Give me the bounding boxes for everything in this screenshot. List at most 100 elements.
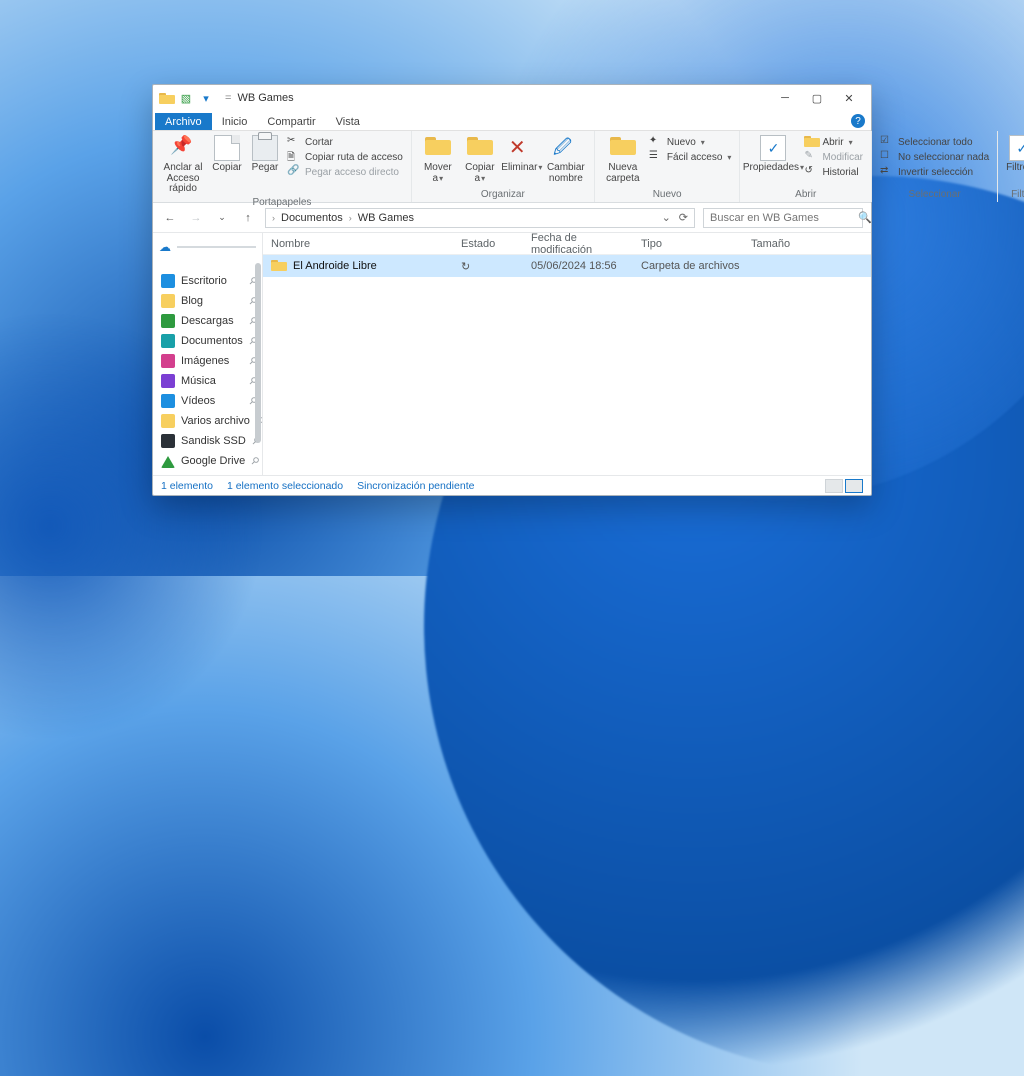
group-filtro: Filtros▾ Filtro (998, 131, 1024, 202)
pegar-acceso-button[interactable]: 🔗Pegar acceso directo (287, 165, 403, 179)
search-box[interactable]: 🔍 (703, 208, 863, 228)
file-date: 05/06/2024 18:56 (531, 260, 641, 272)
historial-button[interactable]: ↺Historial (804, 165, 863, 179)
sidebar-item-label: Escritorio (181, 275, 227, 287)
rename-icon: 🖉 (553, 135, 579, 161)
mover-button[interactable]: Mover a▾ (420, 135, 456, 184)
sidebar-item[interactable]: Documentos⚲ (153, 331, 262, 351)
anclar-button[interactable]: 📌 Anclar al Acceso rápido (161, 135, 205, 195)
col-fecha[interactable]: Fecha de modificación (531, 232, 641, 256)
new-folder-icon (610, 135, 636, 161)
sidebar-item[interactable]: Imágenes⚲ (153, 351, 262, 371)
navigation-pane: ☁ Escritorio⚲Blog⚲Descargas⚲Documentos⚲I… (153, 233, 263, 475)
status-bar: 1 elemento 1 elemento seleccionado Sincr… (153, 475, 871, 495)
folder-icon (161, 294, 175, 308)
refresh-icon[interactable]: ⟳ (679, 211, 688, 224)
scrollbar[interactable] (255, 263, 261, 443)
copiar-ruta-button[interactable]: 🗎Copiar ruta de acceso (287, 150, 403, 164)
sidebar-item[interactable]: Escritorio⚲ (153, 271, 262, 291)
cambiar-nombre-button[interactable]: 🖉 Cambiar nombre (546, 135, 586, 184)
search-icon[interactable]: 🔍 (858, 211, 872, 224)
back-button[interactable]: ← (161, 209, 179, 227)
folder-icon (161, 394, 175, 408)
sidebar-item[interactable]: Sandisk SSD⚲ (153, 431, 262, 451)
sidebar-item-label: Sandisk SSD (181, 435, 246, 447)
col-nombre[interactable]: Nombre (271, 238, 461, 250)
open-icon (804, 135, 818, 149)
sidebar-item-label: Vídeos (181, 395, 215, 407)
cortar-button[interactable]: ✂Cortar (287, 135, 403, 149)
view-details-button[interactable] (845, 479, 863, 493)
close-button[interactable]: ✕ (833, 87, 865, 109)
sidebar-item[interactable]: Google Drive⚲ (153, 451, 262, 471)
sidebar-item[interactable]: Descargas⚲ (153, 311, 262, 331)
search-input[interactable] (710, 212, 852, 224)
filtros-button[interactable]: Filtros▾ (1006, 135, 1024, 174)
cloud-icon: ☁ (159, 240, 171, 254)
select-none-button[interactable]: ☐No seleccionar nada (880, 150, 989, 164)
qat-item[interactable]: ▧ (179, 91, 193, 105)
address-bar[interactable]: › Documentos › WB Games ⌄ ⟳ (265, 208, 695, 228)
file-explorer-window: ▧ ▾ = WB Games ─ ▢ ✕ Archivo Inicio Comp… (152, 84, 872, 496)
sidebar-item[interactable]: Blog⚲ (153, 291, 262, 311)
abrir-button[interactable]: Abrir▾ (804, 135, 863, 149)
paste-icon (252, 135, 278, 161)
select-none-icon: ☐ (880, 150, 894, 164)
folder-icon (159, 91, 173, 105)
col-tamano[interactable]: Tamaño (751, 238, 811, 250)
view-thumbnails-button[interactable] (825, 479, 843, 493)
tab-inicio[interactable]: Inicio (212, 113, 258, 130)
propiedades-button[interactable]: Propiedades▾ (748, 135, 798, 174)
onedrive-row[interactable]: ☁ (153, 237, 262, 257)
chevron-right-icon[interactable]: › (349, 213, 352, 223)
group-organizar: Mover a▾ Copiar a▾ ✕ Eliminar▾ 🖉 Cambiar… (412, 131, 595, 202)
pegar-button[interactable]: Pegar (249, 135, 281, 174)
cut-icon: ✂ (287, 135, 301, 149)
file-type: Carpeta de archivos (641, 260, 751, 272)
select-all-button[interactable]: ☑Seleccionar todo (880, 135, 989, 149)
forward-button[interactable]: → (187, 209, 205, 227)
modificar-button[interactable]: ✎Modificar (804, 150, 863, 164)
chevron-down-icon[interactable]: ⌄ (662, 211, 671, 224)
folder-icon (161, 414, 175, 428)
tab-vista[interactable]: Vista (326, 113, 370, 130)
col-tipo[interactable]: Tipo (641, 238, 751, 250)
separator: = (225, 92, 231, 104)
titlebar[interactable]: ▧ ▾ = WB Games ─ ▢ ✕ (153, 85, 871, 111)
eliminar-button[interactable]: ✕ Eliminar▾ (504, 135, 540, 174)
minimize-button[interactable]: ─ (769, 87, 801, 109)
sidebar-item[interactable]: Varios archivo⚲ (153, 411, 262, 431)
up-button[interactable]: ↑ (239, 209, 257, 227)
folder-icon (271, 259, 287, 273)
chevron-right-icon[interactable]: › (272, 213, 275, 223)
sidebar-item-label: Varios archivo (181, 415, 250, 427)
copiar-button[interactable]: Copiar (211, 135, 243, 174)
easy-access-icon: ☰ (649, 150, 663, 164)
sidebar-item[interactable]: Vídeos⚲ (153, 391, 262, 411)
status-selected: 1 elemento seleccionado (227, 480, 343, 492)
col-estado[interactable]: Estado (461, 238, 531, 250)
group-portapapeles: 📌 Anclar al Acceso rápido Copiar Pegar ✂… (153, 131, 412, 202)
qat-item[interactable]: ▾ (199, 91, 213, 105)
help-icon[interactable]: ? (851, 114, 865, 128)
new-icon: ✦ (649, 135, 663, 149)
sidebar-item[interactable]: Música⚲ (153, 371, 262, 391)
copiar-a-button[interactable]: Copiar a▾ (462, 135, 498, 184)
file-row[interactable]: El Androide Libre ↻ 05/06/2024 18:56 Car… (263, 255, 871, 277)
recent-button[interactable]: ⌄ (213, 209, 231, 227)
breadcrumb[interactable]: WB Games (358, 212, 414, 224)
breadcrumb[interactable]: Documentos (281, 212, 343, 224)
tab-archivo[interactable]: Archivo (155, 113, 212, 130)
nuevo-button[interactable]: ✦Nuevo▾ (649, 135, 732, 149)
facil-acceso-button[interactable]: ☰Fácil acceso▾ (649, 150, 732, 164)
shortcut-icon: 🔗 (287, 165, 301, 179)
maximize-button[interactable]: ▢ (801, 87, 833, 109)
sidebar-item-label: Descargas (181, 315, 234, 327)
folder-icon (161, 374, 175, 388)
window-title: WB Games (237, 92, 293, 104)
column-headers[interactable]: Nombre Estado Fecha de modificación Tipo… (263, 233, 871, 255)
invert-selection-button[interactable]: ⇄Invertir selección (880, 165, 989, 179)
nueva-carpeta-button[interactable]: Nueva carpeta (603, 135, 643, 184)
sidebar-item-label: Documentos (181, 335, 243, 347)
tab-compartir[interactable]: Compartir (257, 113, 325, 130)
